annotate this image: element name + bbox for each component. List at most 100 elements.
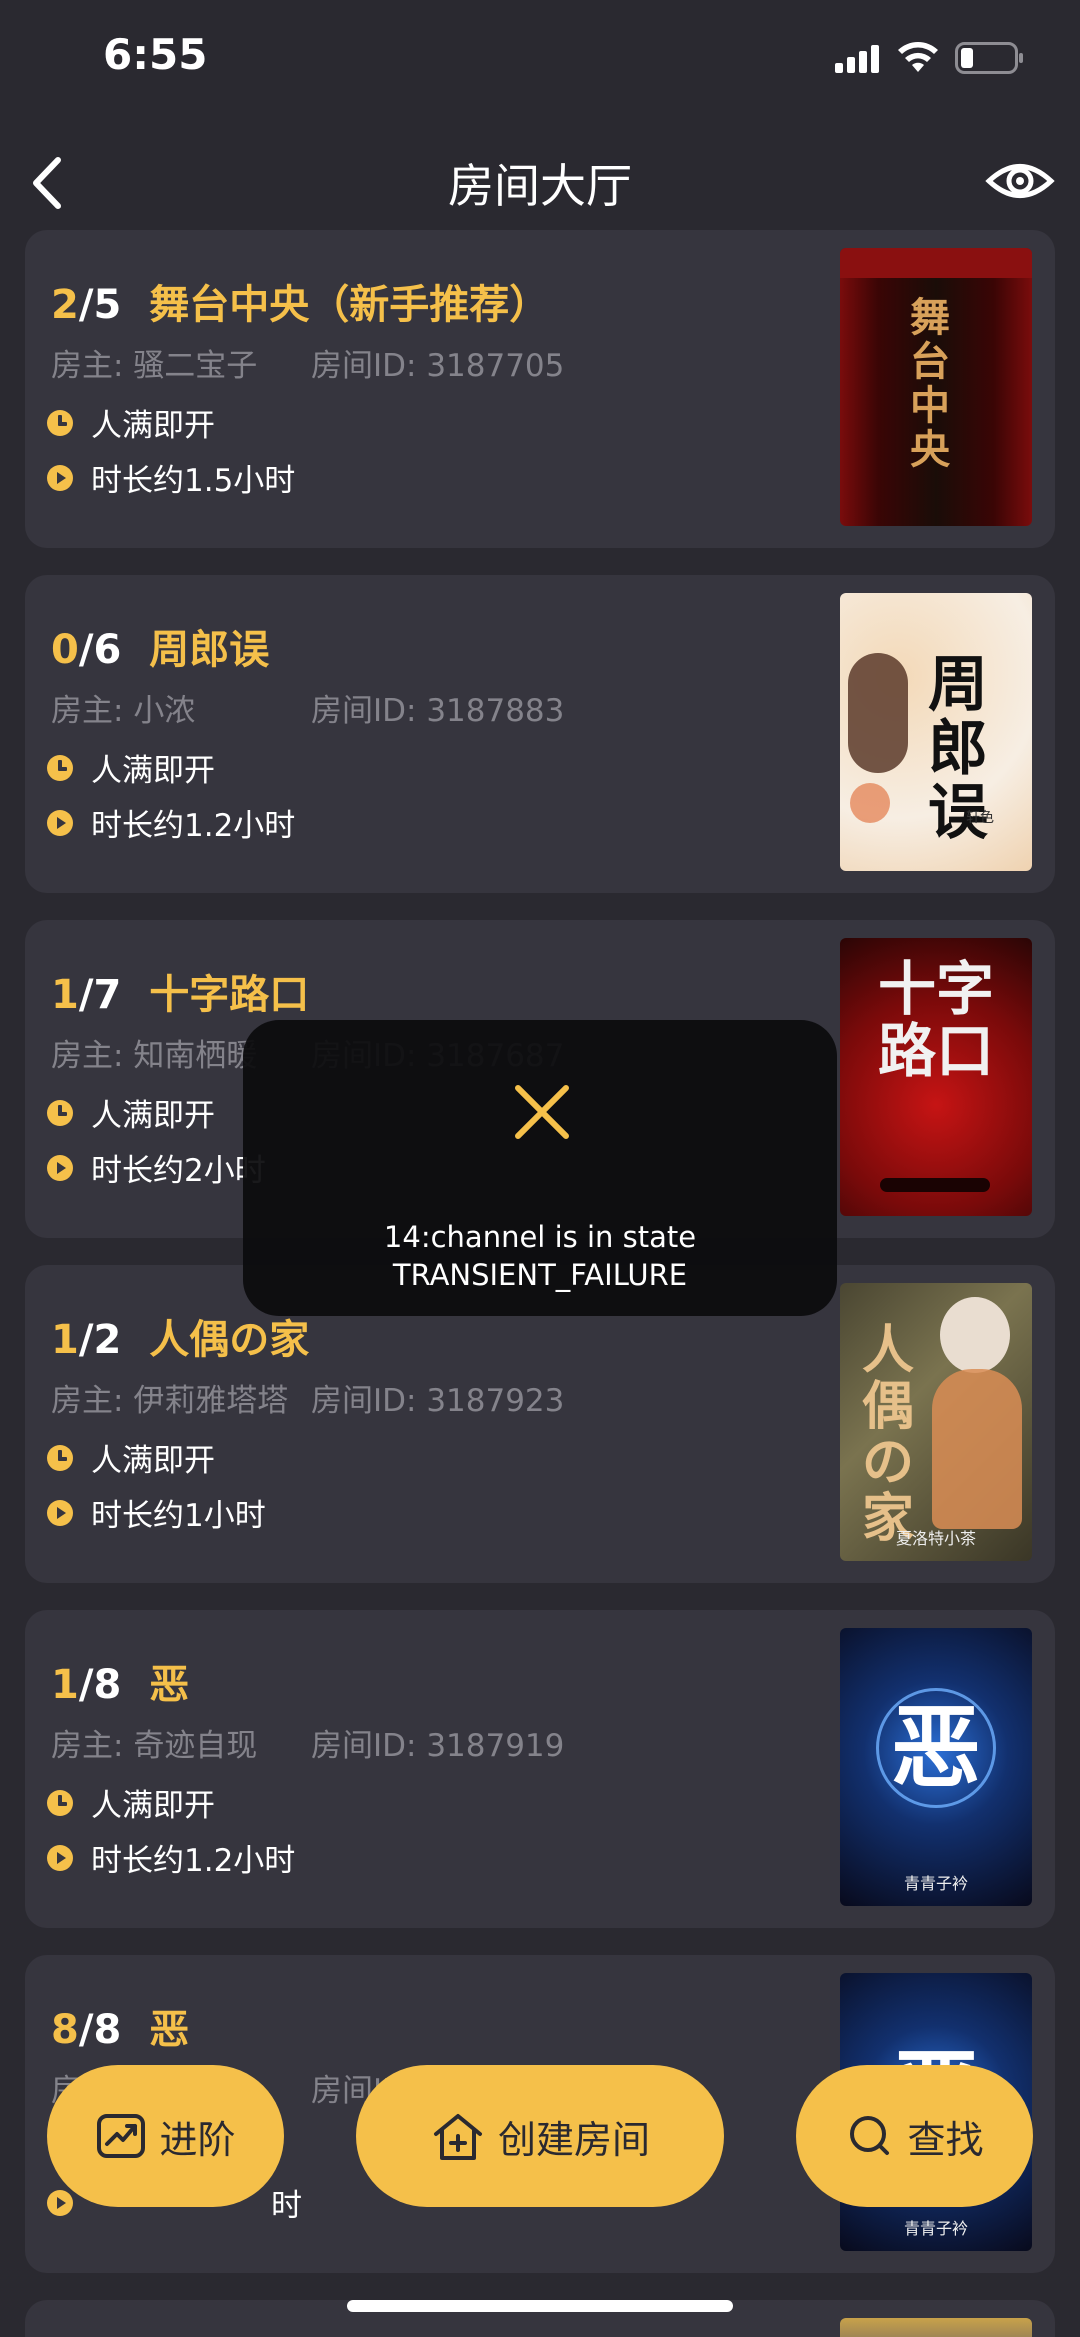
start-text: 人满即开 (91, 1788, 215, 1824)
start-text: 人满即开 (91, 1098, 215, 1134)
duration-text: 时 (271, 2188, 302, 2224)
count-separator: / (78, 972, 94, 1018)
trend-icon (97, 2114, 146, 2158)
advance-label: 进阶 (159, 2117, 236, 2162)
toast-message: 14:channel is in state TRANSIENT_FAILURE (243, 1218, 837, 1294)
play-icon (47, 809, 73, 836)
room-title: 2/5 舞台中央（新手推荐） (51, 272, 549, 330)
player-count: 2 (51, 282, 79, 328)
toast-line-2: TRANSIENT_FAILURE (392, 1258, 688, 1292)
player-count: 1 (51, 972, 79, 1018)
clock-icon (47, 1099, 73, 1126)
room-title: 1/8 恶 (51, 1652, 189, 1710)
start-condition: 人满即开 (47, 1090, 215, 1135)
cover-credit: 青青子衿 (903, 2219, 968, 2238)
room-capacity: 8 (93, 2007, 122, 2053)
create-room-label: 创建房间 (497, 2117, 650, 2162)
home-indicator[interactable] (347, 2300, 733, 2312)
house-plus-icon (433, 2114, 482, 2160)
nav-bar: 房间大厅 (0, 130, 1080, 240)
room-title: 1/2 人偶の家 (51, 1307, 309, 1365)
owner-name: 知南栖暖 (133, 1038, 258, 1074)
duration: 时长约1.5小时 (47, 455, 295, 500)
cover-image: 十字路口 (840, 938, 1032, 1216)
room-meta: 房主: 小浓 房间ID: 3187883 (51, 685, 564, 730)
room-capacity: 2 (93, 1317, 122, 1363)
status-bar: 6:55 (0, 0, 1080, 120)
room-id-label: 房间ID: (311, 1383, 427, 1419)
status-time: 6:55 (103, 30, 208, 79)
owner-name: 奇迹自现 (133, 1728, 258, 1764)
play-icon (47, 1844, 73, 1871)
clock-icon (47, 754, 73, 781)
duration: 时长约1小时 (47, 1490, 266, 1535)
cover-image: 舞台中央 (840, 248, 1032, 526)
room-card[interactable]: 1/8 恶 房主: 奇迹自现 房间ID: 3187919 人满即开 时长约1.2小时… (25, 1610, 1055, 1928)
room-id: 3187919 (426, 1728, 565, 1764)
owner-label: 房主: (51, 348, 134, 384)
toast-line-1: 14:channel is in state (383, 1220, 697, 1254)
room-id: 3187883 (426, 693, 565, 729)
cover-title: 恶 (891, 1695, 981, 1801)
room-card[interactable]: 2/5 舞台中央（新手推荐） 房主: 骚二宝子 房间ID: 3187705 人满即开… (25, 230, 1055, 548)
advance-button[interactable]: 进阶 (47, 2065, 284, 2207)
room-capacity: 7 (93, 972, 122, 1018)
error-toast: 14:channel is in state TRANSIENT_FAILURE (243, 1020, 837, 1316)
cover-title: 十字路口 (878, 955, 995, 1085)
play-icon (47, 2189, 73, 2216)
start-condition: 人满即开 (47, 1780, 215, 1825)
count-separator: / (78, 1317, 94, 1363)
clock-icon (47, 1444, 73, 1471)
eye-icon (985, 164, 1055, 198)
cover-image: 人偶の家 夏洛特小茶 (840, 1283, 1032, 1561)
owner-label: 房主: (51, 693, 134, 729)
room-capacity: 6 (93, 627, 122, 673)
room-title: 8/8 恶 (51, 1997, 189, 2055)
play-icon (47, 464, 73, 491)
count-separator: / (78, 1662, 94, 1708)
owner-label: 房主: (51, 1038, 134, 1074)
start-condition: 人满即开 (47, 1435, 215, 1480)
signal-icon (835, 45, 881, 73)
room-meta: 房主: 奇迹自现 房间ID: 3187919 (51, 1720, 564, 1765)
room-meta: 房主: 骚二宝子 房间ID: 3187705 (51, 340, 564, 385)
search-label: 查找 (907, 2117, 984, 2162)
player-count: 1 (51, 1662, 79, 1708)
room-id-label: 房间ID: (311, 1728, 427, 1764)
room-title: 0/6 周郎误 (51, 617, 269, 675)
duration: 时长约1.2小时 (47, 800, 295, 845)
start-condition: 人满即开 (47, 745, 215, 790)
start-text: 人满即开 (91, 753, 215, 789)
room-id: 3187923 (426, 1383, 565, 1419)
cover-title: 人偶の家 (862, 1320, 915, 1549)
owner-name: 伊莉雅塔塔 (133, 1383, 289, 1419)
room-id-label: 房间ID: (311, 693, 427, 729)
start-condition: 人满即开 (47, 400, 215, 445)
count-separator: / (78, 627, 94, 673)
room-card[interactable]: 0/6 周郎误 房主: 小浓 房间ID: 3187883 人满即开 时长约1.2小时… (25, 575, 1055, 893)
count-separator: / (78, 2007, 94, 2053)
room-id-label: 房间ID: (311, 348, 427, 384)
player-count: 0 (51, 627, 79, 673)
eye-button[interactable] (985, 150, 1055, 210)
duration-text: 时长约1小时 (91, 1498, 266, 1534)
room-capacity: 8 (93, 1662, 122, 1708)
duration-text: 时长约1.2小时 (91, 1843, 296, 1879)
room-name: 十字路口 (149, 972, 310, 1018)
cover-image (840, 2318, 1032, 2337)
clock-icon (47, 1789, 73, 1816)
room-name: 人偶の家 (149, 1317, 310, 1363)
room-name: 舞台中央（新手推荐） (149, 282, 550, 328)
player-count: 8 (51, 2007, 79, 2053)
duration: 时长约1.2小时 (47, 1835, 295, 1880)
create-room-button[interactable]: 创建房间 (356, 2065, 724, 2207)
cover-credit: 青青子衿 (903, 1874, 968, 1893)
start-text: 人满即开 (91, 408, 215, 444)
start-text: 人满即开 (91, 1443, 215, 1479)
room-capacity: 5 (93, 282, 122, 328)
duration: 时长约2小时 (47, 1145, 266, 1190)
search-button[interactable]: 查找 (796, 2065, 1033, 2207)
duration-text: 时长约2小时 (91, 1153, 266, 1189)
owner-name: 小浓 (133, 693, 196, 729)
player-count: 1 (51, 1317, 79, 1363)
